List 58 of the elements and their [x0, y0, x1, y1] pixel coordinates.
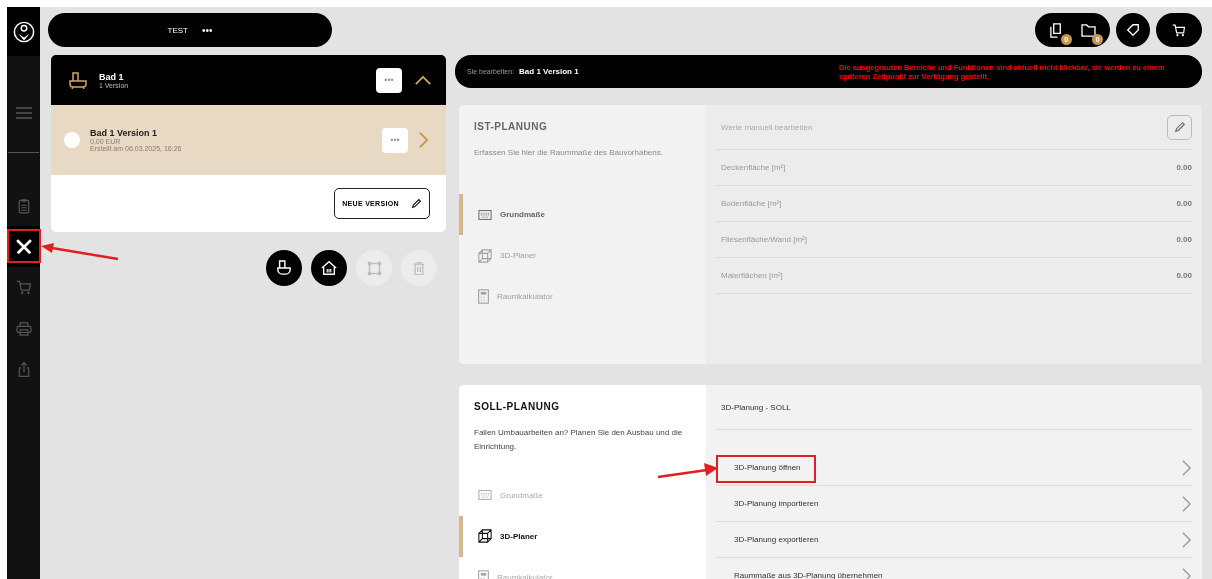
chevron-icon[interactable] — [414, 74, 432, 86]
cart-button[interactable] — [1156, 13, 1202, 47]
chevron-right-icon[interactable] — [418, 130, 429, 150]
keyboard-icon — [478, 490, 492, 501]
section-description: Erfassen Sie hier die Raummaße des Bauvorhabens. — [474, 147, 664, 159]
bathroom-button[interactable] — [266, 250, 302, 286]
chevron-right-icon — [1181, 494, 1192, 513]
more-button[interactable]: ••• — [201, 24, 213, 36]
field-label: Malerflächen [m²] — [721, 271, 783, 280]
action-label: 3D-Planung importieren — [734, 499, 819, 508]
field-label: Fliesenfläche/Wand [m²] — [721, 235, 807, 244]
field-label: Bodenfläche [m²] — [721, 199, 782, 208]
project-name: TEST — [167, 25, 188, 35]
action-item[interactable]: 3D-Planung öffnen — [716, 450, 1192, 486]
cube-icon — [478, 248, 492, 263]
clipboard-icon — [17, 197, 30, 214]
section-title: SOLL-PLANUNG — [474, 401, 561, 412]
section-description: Fallen Umbauarbeiten an? Planen Sie den Ausbau und die Einrichtung. — [474, 427, 684, 454]
chevron-right-icon — [1181, 458, 1192, 477]
share-icon — [17, 361, 30, 378]
chevron-right-icon — [1181, 530, 1192, 549]
room-title: Bad 1 — [99, 71, 125, 82]
printer-icon — [15, 321, 32, 336]
action-label: 3D-Planung öffnen — [734, 463, 801, 472]
heating-button[interactable] — [311, 250, 347, 286]
action-label: 3D-Planung exportieren — [734, 535, 819, 544]
annotation-arrow — [657, 462, 719, 480]
radio-button[interactable] — [64, 132, 80, 148]
cart-icon — [15, 280, 32, 295]
pencil-icon — [1173, 121, 1186, 133]
action-item[interactable]: 3D-Planung importieren — [716, 486, 1192, 522]
action-item[interactable]: 3D-Planung exportieren — [716, 522, 1192, 558]
panel-title: 3D-Planung - SOLL — [721, 402, 791, 412]
edit-button[interactable] — [1167, 114, 1192, 140]
menu-icon — [14, 105, 33, 120]
tag-icon — [1126, 23, 1140, 37]
logo-icon — [12, 20, 35, 43]
editing-version: Bad 1 Version 1 — [519, 67, 580, 76]
folder-icon — [1080, 23, 1096, 37]
keyboard-icon — [478, 209, 492, 220]
bathtub-icon — [69, 71, 87, 89]
tag-button[interactable] — [1116, 13, 1150, 47]
action-item[interactable]: Raummaße aus 3D-Planung übernehmen — [716, 558, 1192, 579]
cart-icon — [1172, 23, 1186, 37]
chevron-right-icon — [1181, 566, 1192, 579]
planning-tab[interactable]: 3D-Planer — [459, 515, 706, 557]
highlight-frame — [7, 229, 41, 263]
floorplan-icon — [366, 260, 382, 276]
cube-icon — [478, 529, 492, 544]
action-label: Raummaße aus 3D-Planung übernehmen — [734, 571, 883, 579]
house-icon — [321, 260, 337, 276]
trash-icon — [413, 260, 425, 276]
section-title: IST-PLANUNG — [474, 121, 549, 132]
field-label: Deckenfläche [m²] — [721, 163, 786, 172]
calculator-icon — [478, 289, 489, 305]
version-name: Bad 1 Version 1 — [90, 128, 159, 138]
toilet-icon — [277, 260, 291, 276]
pencil-icon — [410, 198, 422, 209]
